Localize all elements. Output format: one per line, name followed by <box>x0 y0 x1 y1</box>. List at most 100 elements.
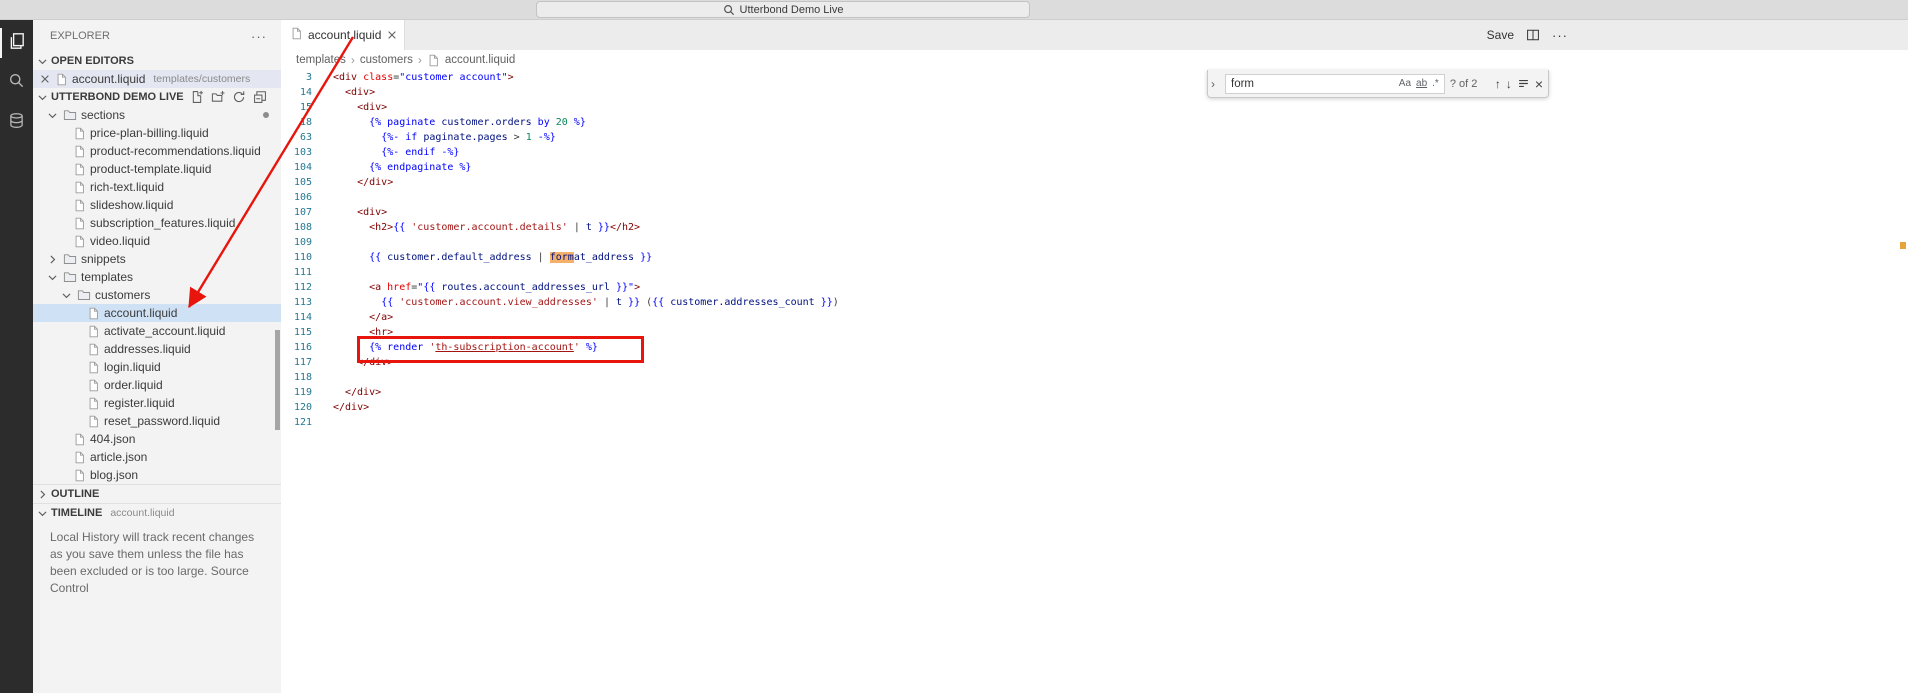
line-number[interactable]: 107 <box>281 205 312 220</box>
find-in-selection-icon[interactable] <box>1517 77 1530 90</box>
line-number[interactable]: 3 <box>281 70 312 85</box>
collapse-all-icon[interactable] <box>253 90 267 104</box>
tree-folder-customers[interactable]: customers <box>33 286 281 304</box>
code-line-107[interactable]: 107 <div> <box>281 205 1908 220</box>
new-file-icon[interactable] <box>190 90 204 104</box>
more-actions-icon[interactable]: ··· <box>251 29 267 44</box>
next-match-icon[interactable]: ↓ <box>1506 77 1512 91</box>
code-line-120[interactable]: 120 </div> <box>281 400 1908 415</box>
line-number[interactable]: 18 <box>281 115 312 130</box>
tree-file-article-json[interactable]: article.json <box>33 448 281 466</box>
line-number[interactable]: 104 <box>281 160 312 175</box>
split-editor-icon[interactable] <box>1526 28 1540 42</box>
tree-file-reset-password-liquid[interactable]: reset_password.liquid <box>33 412 281 430</box>
tree-file-price-plan-billing-liquid[interactable]: price-plan-billing.liquid <box>33 124 281 142</box>
sidebar-scrollbar[interactable] <box>275 330 280 430</box>
code-text[interactable] <box>312 370 333 385</box>
tree-file-login-liquid[interactable]: login.liquid <box>33 358 281 376</box>
line-number[interactable]: 105 <box>281 175 312 190</box>
timeline-header[interactable]: TIMELINE account.liquid <box>33 503 281 522</box>
tree-file-product-recommendations-liquid[interactable]: product-recommendations.liquid <box>33 142 281 160</box>
code-line-112[interactable]: 112 <a href="{{ routes.account_addresses_… <box>281 280 1908 295</box>
line-number[interactable]: 14 <box>281 85 312 100</box>
code-text[interactable]: <hr> <box>312 325 393 340</box>
tree-file-subscription-features-liquid[interactable]: subscription_features.liquid <box>33 214 281 232</box>
code-line-18[interactable]: 18 {% paginate customer.orders by 20 %} <box>281 115 1908 130</box>
code-text[interactable]: <h2>{{ 'customer.account.details' | t }}… <box>312 220 640 235</box>
code-text[interactable]: {% render 'th-subscription-account' %} <box>312 340 598 355</box>
code-text[interactable] <box>312 190 333 205</box>
line-number[interactable]: 108 <box>281 220 312 235</box>
tab-account-liquid[interactable]: account.liquid <box>281 20 405 50</box>
code-text[interactable]: {{ customer.default_address | format_add… <box>312 250 652 265</box>
code-text[interactable]: {{ 'customer.account.view_addresses' | t… <box>312 295 839 310</box>
code-line-106[interactable]: 106 <box>281 190 1908 205</box>
code-text[interactable]: <div> <box>312 100 387 115</box>
line-number[interactable]: 117 <box>281 355 312 370</box>
regex-icon[interactable]: .* <box>1432 78 1439 89</box>
activity-bar-item-explorer[interactable] <box>0 23 33 63</box>
code-line-14[interactable]: 14 <div> <box>281 85 1908 100</box>
code-text[interactable]: </div> <box>312 355 393 370</box>
tree-file-rich-text-liquid[interactable]: rich-text.liquid <box>33 178 281 196</box>
code-line-113[interactable]: 113{{ 'customer.account.view_addresses' … <box>281 295 1908 310</box>
code-text[interactable] <box>312 265 333 280</box>
line-number[interactable]: 15 <box>281 100 312 115</box>
code-line-118[interactable]: 118 <box>281 370 1908 385</box>
line-number[interactable]: 119 <box>281 385 312 400</box>
code-line-115[interactable]: 115 <hr> <box>281 325 1908 340</box>
code-text[interactable]: </a> <box>312 310 393 325</box>
open-editor-item-account-liquid[interactable]: account.liquid templates/customers <box>33 70 281 88</box>
new-folder-icon[interactable] <box>211 90 225 104</box>
command-center[interactable]: Utterbond Demo Live <box>536 1 1030 18</box>
code-line-110[interactable]: 110{{ customer.default_address | format_… <box>281 250 1908 265</box>
close-find-icon[interactable]: × <box>1535 76 1543 92</box>
code-line-15[interactable]: 15 <div> <box>281 100 1908 115</box>
toggle-replace-icon[interactable]: › <box>1211 77 1220 91</box>
line-number[interactable]: 63 <box>281 130 312 145</box>
code-text[interactable]: </div> <box>312 175 393 190</box>
code-line-3[interactable]: 3 <div class="customer account"> <box>281 70 1908 85</box>
tree-file-video-liquid[interactable]: video.liquid <box>33 232 281 250</box>
project-section-header[interactable]: UTTERBOND DEMO LIVE <box>33 88 281 106</box>
code-line-63[interactable]: 63 {%- if paginate.pages > 1 -%} <box>281 130 1908 145</box>
code-line-111[interactable]: 111 <box>281 265 1908 280</box>
match-case-icon[interactable]: Aa <box>1399 78 1411 89</box>
code-text[interactable]: </div> <box>312 400 369 415</box>
tree-folder-sections[interactable]: sections <box>33 106 281 124</box>
line-number[interactable]: 111 <box>281 265 312 280</box>
line-number[interactable]: 115 <box>281 325 312 340</box>
code-line-105[interactable]: 105 </div> <box>281 175 1908 190</box>
tree-folder-templates[interactable]: templates <box>33 268 281 286</box>
code-text[interactable]: <a href="{{ routes.account_addresses_url… <box>312 280 640 295</box>
code-text[interactable]: </div> <box>312 385 381 400</box>
whole-word-icon[interactable]: ab <box>1416 78 1427 89</box>
code-line-119[interactable]: 119 </div> <box>281 385 1908 400</box>
tree-file-404-json[interactable]: 404.json <box>33 430 281 448</box>
line-number[interactable]: 118 <box>281 370 312 385</box>
more-actions-icon[interactable]: ··· <box>1552 28 1568 43</box>
code-line-108[interactable]: 108 <h2>{{ 'customer.account.details' | t… <box>281 220 1908 235</box>
line-number[interactable]: 109 <box>281 235 312 250</box>
code-line-116[interactable]: 116 {% render 'th-subscription-account' %… <box>281 340 1908 355</box>
activity-bar-item-data[interactable] <box>0 103 33 143</box>
line-number[interactable]: 116 <box>281 340 312 355</box>
refresh-icon[interactable] <box>232 90 246 104</box>
open-editors-header[interactable]: OPEN EDITORS <box>33 52 281 70</box>
line-number[interactable]: 113 <box>281 295 312 310</box>
tree-folder-snippets[interactable]: snippets <box>33 250 281 268</box>
tree-file-slideshow-liquid[interactable]: slideshow.liquid <box>33 196 281 214</box>
tree-file-activate-account-liquid[interactable]: activate_account.liquid <box>33 322 281 340</box>
code-text[interactable] <box>312 415 333 430</box>
tree-file-account-liquid[interactable]: account.liquid <box>33 304 281 322</box>
find-input[interactable]: form Aa ab .* <box>1225 73 1445 94</box>
breadcrumb-item-customers[interactable]: customers <box>360 54 413 66</box>
line-number[interactable]: 110 <box>281 250 312 265</box>
outline-header[interactable]: OUTLINE <box>33 484 281 503</box>
tree-file-blog-json[interactable]: blog.json <box>33 466 281 484</box>
code-text[interactable]: <div class="customer account"> <box>312 70 514 85</box>
code-line-121[interactable]: 121 <box>281 415 1908 430</box>
code-text[interactable]: {%- endif -%} <box>312 145 459 160</box>
tree-file-register-liquid[interactable]: register.liquid <box>33 394 281 412</box>
code-line-109[interactable]: 109 <box>281 235 1908 250</box>
